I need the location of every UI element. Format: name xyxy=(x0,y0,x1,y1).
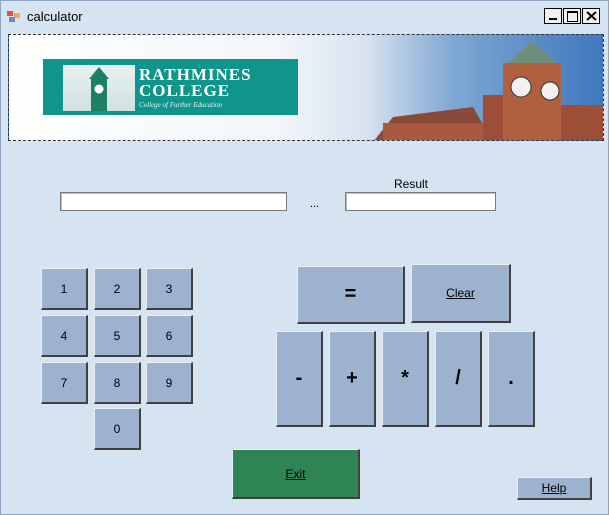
close-button[interactable] xyxy=(582,8,600,24)
calculator-window: calculator RATHMINES COLLEGE College of … xyxy=(0,0,609,515)
app-icon xyxy=(7,10,21,22)
title-bar: calculator xyxy=(1,1,608,31)
digit-7-button[interactable]: 7 xyxy=(41,362,88,404)
digit-0-button[interactable]: 0 xyxy=(94,408,141,450)
digit-6-button[interactable]: 6 xyxy=(146,315,193,357)
result-label: Result xyxy=(394,177,429,191)
divide-button[interactable]: / xyxy=(435,331,482,427)
decimal-point-button[interactable]: . xyxy=(488,331,535,427)
window-title: calculator xyxy=(27,9,83,24)
clear-button[interactable]: Clear xyxy=(411,264,511,323)
maximize-button[interactable] xyxy=(563,8,581,24)
close-icon xyxy=(586,11,597,21)
digit-2-button[interactable]: 2 xyxy=(94,268,141,310)
digit-4-button[interactable]: 4 xyxy=(41,315,88,357)
operand-input[interactable] xyxy=(60,192,287,211)
result-output[interactable] xyxy=(345,192,496,211)
multiply-button[interactable]: * xyxy=(382,331,429,427)
ellipsis-label: ... xyxy=(310,198,320,210)
digit-8-button[interactable]: 8 xyxy=(94,362,141,404)
digit-9-button[interactable]: 9 xyxy=(146,362,193,404)
minimize-button[interactable] xyxy=(544,8,562,24)
logo-subtitle: College of Further Education xyxy=(139,101,223,109)
clock-tower-building-image xyxy=(374,41,603,140)
clock-tower-icon xyxy=(63,65,135,111)
digit-3-button[interactable]: 3 xyxy=(146,268,193,310)
digit-1-button[interactable]: 1 xyxy=(41,268,88,310)
equals-button[interactable]: = xyxy=(297,266,405,324)
college-banner: RATHMINES COLLEGE College of Further Edu… xyxy=(8,34,604,141)
college-logo: RATHMINES COLLEGE College of Further Edu… xyxy=(43,59,298,115)
logo-line-2: COLLEGE xyxy=(139,81,231,100)
plus-button[interactable]: + xyxy=(329,331,376,427)
digit-5-button[interactable]: 5 xyxy=(94,315,141,357)
minus-button[interactable]: - xyxy=(276,331,323,427)
exit-button[interactable]: Exit xyxy=(232,449,360,499)
help-button[interactable]: Help xyxy=(517,477,592,500)
